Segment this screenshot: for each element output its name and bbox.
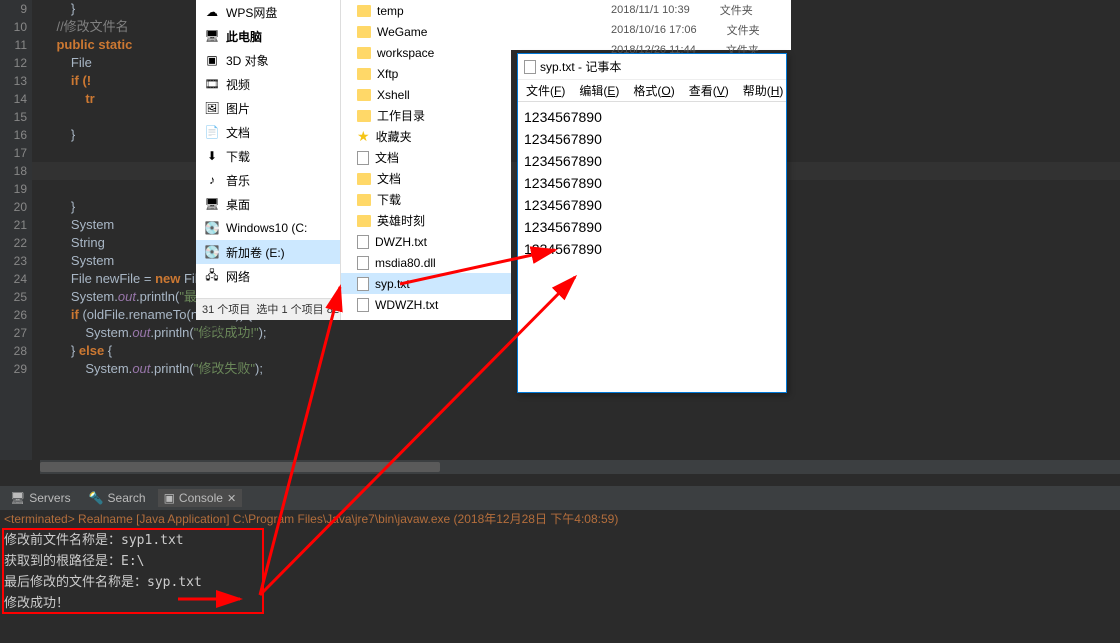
file-meta-columns: 2018/11/1 10:39文件夹 2018/10/16 17:06文件夹 2… [511, 0, 791, 50]
notepad-window[interactable]: syp.txt - 记事本 文件(F) 编辑(E) 格式(O) 查看(V) 帮助… [517, 53, 787, 393]
file-row[interactable]: DWZH.txt [341, 231, 511, 252]
video-icon: 🎞 [204, 76, 220, 92]
nav-music[interactable]: ♪音乐 [196, 168, 340, 192]
cube-icon: ▣ [204, 52, 220, 68]
tab-servers[interactable]: 🖥Servers [4, 489, 77, 507]
meta-row: 2018/11/1 10:39文件夹 [511, 0, 791, 20]
tab-console[interactable]: ▣Console ✕ [158, 489, 243, 507]
bottom-tab-bar: 🖥Servers 🔦Search ▣Console ✕ [0, 486, 1120, 510]
scrollbar-thumb[interactable] [40, 462, 440, 472]
file-icon [357, 277, 369, 291]
notepad-menubar: 文件(F) 编辑(E) 格式(O) 查看(V) 帮助(H) [518, 80, 786, 102]
file-icon [357, 256, 369, 270]
file-icon [357, 235, 369, 249]
console-output[interactable]: 修改前文件名称是：syp1.txt 获取到的根路径是：E:\ 最后修改的文件名称… [4, 530, 1116, 630]
notepad-text-area[interactable]: 123456789012345678901234567890 123456789… [518, 102, 786, 264]
document-icon: 📄 [204, 124, 220, 140]
file-row[interactable]: 文档 [341, 147, 511, 168]
close-icon[interactable]: ✕ [227, 492, 236, 505]
file-row[interactable]: 工作目录 [341, 105, 511, 126]
nav-c-drive[interactable]: 💽Windows10 (C: [196, 216, 340, 240]
notepad-icon [524, 60, 536, 74]
nav-downloads[interactable]: ⬇下载 [196, 144, 340, 168]
network-icon: 🖧 [204, 268, 220, 284]
file-row[interactable]: workspace [341, 42, 511, 63]
file-row[interactable]: 下载 [341, 189, 511, 210]
desktop-icon: 🖥 [204, 196, 220, 212]
explorer-statusbar: 31 个项目 选中 1 个项目 82 字节 [196, 298, 340, 320]
tab-search[interactable]: 🔦Search [83, 489, 152, 507]
folder-icon [357, 47, 371, 59]
file-row[interactable]: 文档 [341, 168, 511, 189]
folder-icon [357, 173, 371, 185]
file-row[interactable]: Xshell [341, 84, 511, 105]
folder-icon [357, 194, 371, 206]
nav-thispc[interactable]: 🖥此电脑 [196, 24, 340, 48]
folder-icon [357, 89, 371, 101]
file-row[interactable]: msdia80.dll [341, 252, 511, 273]
file-icon [357, 151, 369, 165]
nav-wps[interactable]: ☁WPS网盘 [196, 0, 340, 24]
file-icon [357, 298, 369, 312]
file-row[interactable]: ★收藏夹 [341, 126, 511, 147]
disk-icon: 💽 [204, 220, 220, 236]
explorer-nav-pane: ☁WPS网盘 🖥此电脑 ▣3D 对象 🎞视频 🖼图片 📄文档 ⬇下载 ♪音乐 🖥… [196, 0, 341, 320]
search-icon: 🔦 [89, 491, 104, 505]
server-icon: 🖥 [10, 491, 25, 505]
file-row[interactable]: 英雄时刻 [341, 210, 511, 231]
nav-pictures[interactable]: 🖼图片 [196, 96, 340, 120]
console-icon: ▣ [164, 491, 175, 505]
notepad-title-text: syp.txt - 记事本 [540, 58, 621, 75]
menu-view[interactable]: 查看(V) [689, 82, 729, 99]
file-row[interactable]: Xftp [341, 63, 511, 84]
nav-network[interactable]: 🖧网络 [196, 264, 340, 288]
menu-help[interactable]: 帮助(H) [743, 82, 784, 99]
line-gutter: 91011 121314 151617 181920 212223 242526… [0, 0, 32, 460]
cloud-icon: ☁ [204, 4, 220, 20]
folder-icon [357, 110, 371, 122]
horizontal-scrollbar[interactable] [40, 460, 1120, 474]
menu-edit[interactable]: 编辑(E) [579, 82, 619, 99]
pc-icon: 🖥 [204, 28, 220, 44]
menu-file[interactable]: 文件(F) [526, 82, 565, 99]
explorer-file-list: temp WeGame workspace Xftp Xshell 工作目录 ★… [341, 0, 511, 320]
music-icon: ♪ [204, 172, 220, 188]
nav-documents[interactable]: 📄文档 [196, 120, 340, 144]
download-icon: ⬇ [204, 148, 220, 164]
folder-icon [357, 68, 371, 80]
nav-video[interactable]: 🎞视频 [196, 72, 340, 96]
picture-icon: 🖼 [204, 100, 220, 116]
file-row[interactable]: WeGame [341, 21, 511, 42]
nav-desktop[interactable]: 🖥桌面 [196, 192, 340, 216]
console-status-line: <terminated> Realname [Java Application]… [0, 510, 1120, 530]
star-icon: ★ [357, 128, 370, 145]
notepad-titlebar[interactable]: syp.txt - 记事本 [518, 54, 786, 80]
folder-icon [357, 215, 371, 227]
meta-row: 2018/10/16 17:06文件夹 [511, 20, 791, 40]
folder-icon [357, 26, 371, 38]
file-row[interactable]: WDWZH.txt [341, 294, 511, 315]
file-row-selected[interactable]: syp.txt [341, 273, 511, 294]
nav-3d[interactable]: ▣3D 对象 [196, 48, 340, 72]
file-row[interactable]: temp [341, 0, 511, 21]
menu-format[interactable]: 格式(O) [633, 82, 674, 99]
nav-e-drive[interactable]: 💽新加卷 (E:) [196, 240, 340, 264]
folder-icon [357, 5, 371, 17]
disk-icon: 💽 [204, 244, 220, 260]
